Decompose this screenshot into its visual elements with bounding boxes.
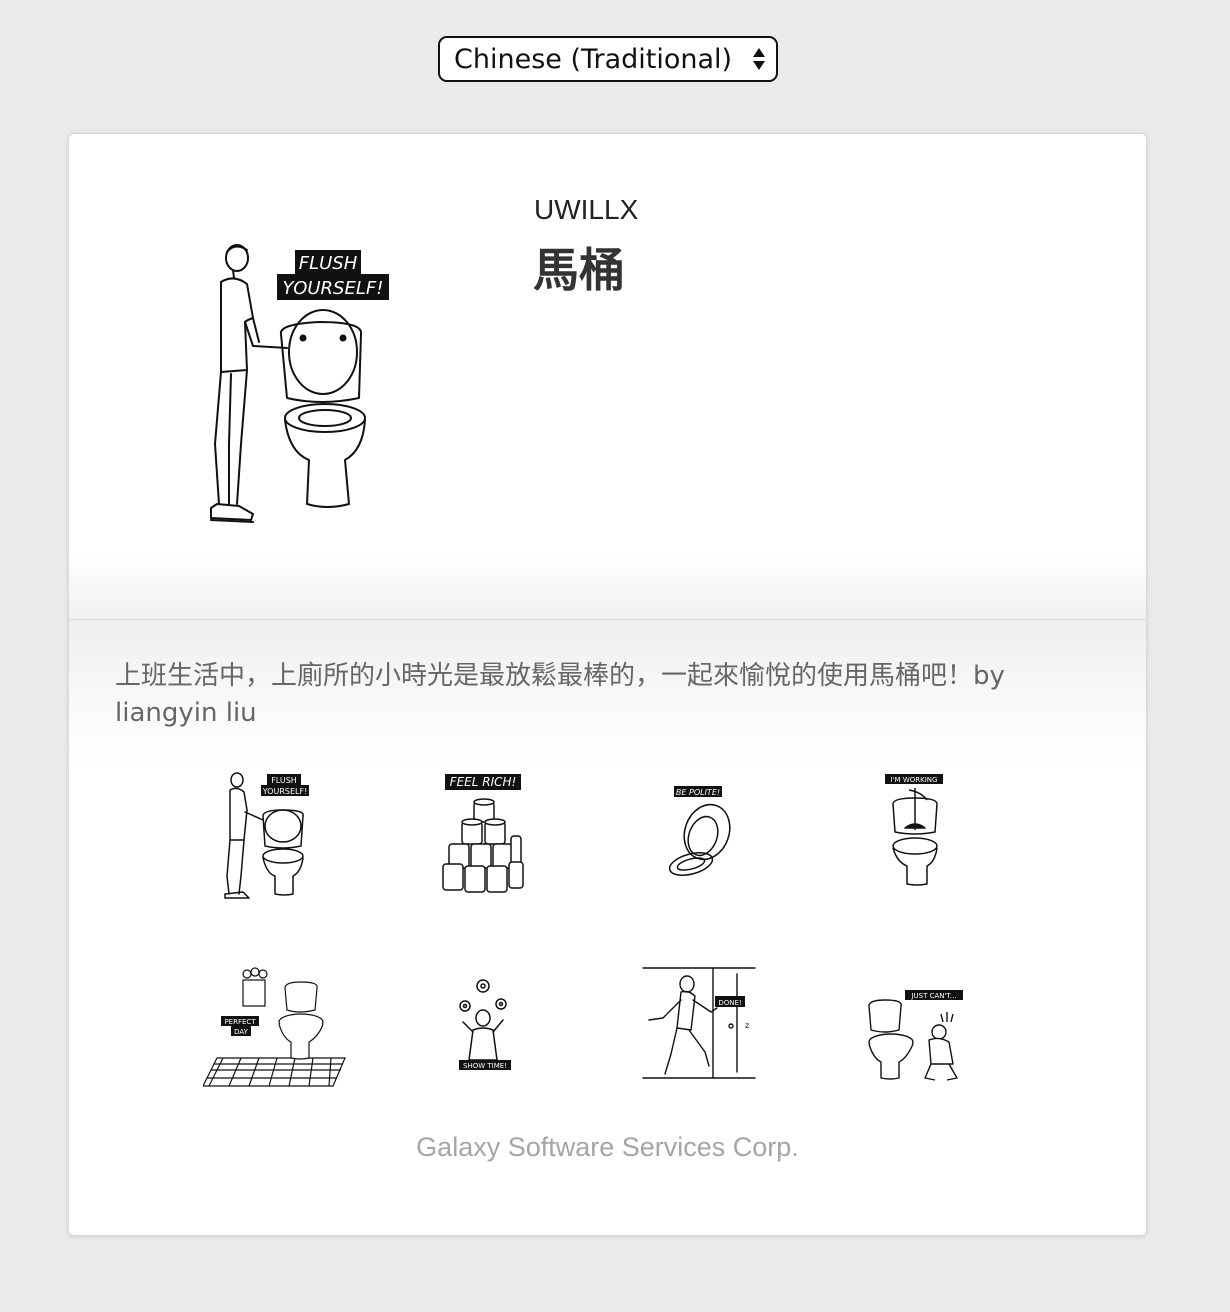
sticker-caption: SHOW TIME! (463, 1062, 507, 1070)
sticker-item[interactable]: z DONE! (619, 960, 779, 1090)
sticker-caption: JUST CAN'T... (910, 992, 956, 1000)
footer-company: Galaxy Software Services Corp. (416, 1132, 799, 1162)
sticker-item[interactable]: SHOW TIME! (403, 960, 563, 1090)
hero-caption-line2: YOURSELF! (283, 278, 384, 299)
sticker-item[interactable]: FLUSH YOURSELF! (203, 770, 363, 900)
sticker-author: UWILLX (534, 194, 639, 225)
sticker-caption: FEEL RICH! (450, 775, 517, 789)
sticker-item[interactable]: JUST CAN'T... (835, 960, 995, 1090)
sticker-caption: BE POLITE! (676, 788, 720, 797)
sticker-pack-header: FLUSH YOURSELF! UWILLX 馬桶 (69, 134, 1146, 620)
sticker-item[interactable]: I'M WORKING (835, 770, 995, 900)
sticker-caption: PERFECT (224, 1018, 256, 1026)
svg-text:z: z (745, 1021, 749, 1030)
hero-caption-line1: FLUSH (299, 253, 358, 274)
sticker-pack-description: 上班生活中，上廁所的小時光是最放鬆最棒的，一起來愉悅的使用馬桶吧！by lian… (115, 661, 1005, 728)
sticker-caption: DAY (234, 1028, 249, 1036)
sticker-caption: DONE! (718, 999, 741, 1007)
sticker-item[interactable]: BE POLITE! (619, 770, 779, 900)
sticker-item[interactable]: PERFECT DAY (203, 960, 363, 1090)
sticker-pack-body: 上班生活中，上廁所的小時光是最放鬆最棒的，一起來愉悅的使用馬桶吧！by lian… (69, 620, 1146, 1235)
language-select-value: Chinese (Traditional) (454, 43, 733, 75)
sticker-caption: FLUSH (271, 776, 297, 785)
sticker-caption: YOURSELF! (262, 787, 308, 796)
language-select[interactable]: Chinese (Traditional) (438, 36, 778, 82)
sticker-caption: I'M WORKING (891, 776, 938, 784)
up-down-arrows-icon (752, 45, 766, 73)
sticker-pack-title: 馬桶 (533, 243, 625, 297)
sticker-item[interactable]: FEEL RICH! (403, 770, 563, 900)
sticker-pack-card: FLUSH YOURSELF! UWILLX 馬桶 上班生活中，上廁所的小時光是… (68, 133, 1147, 1236)
hero-sticker-image: FLUSH YOURSELF! (207, 238, 405, 538)
